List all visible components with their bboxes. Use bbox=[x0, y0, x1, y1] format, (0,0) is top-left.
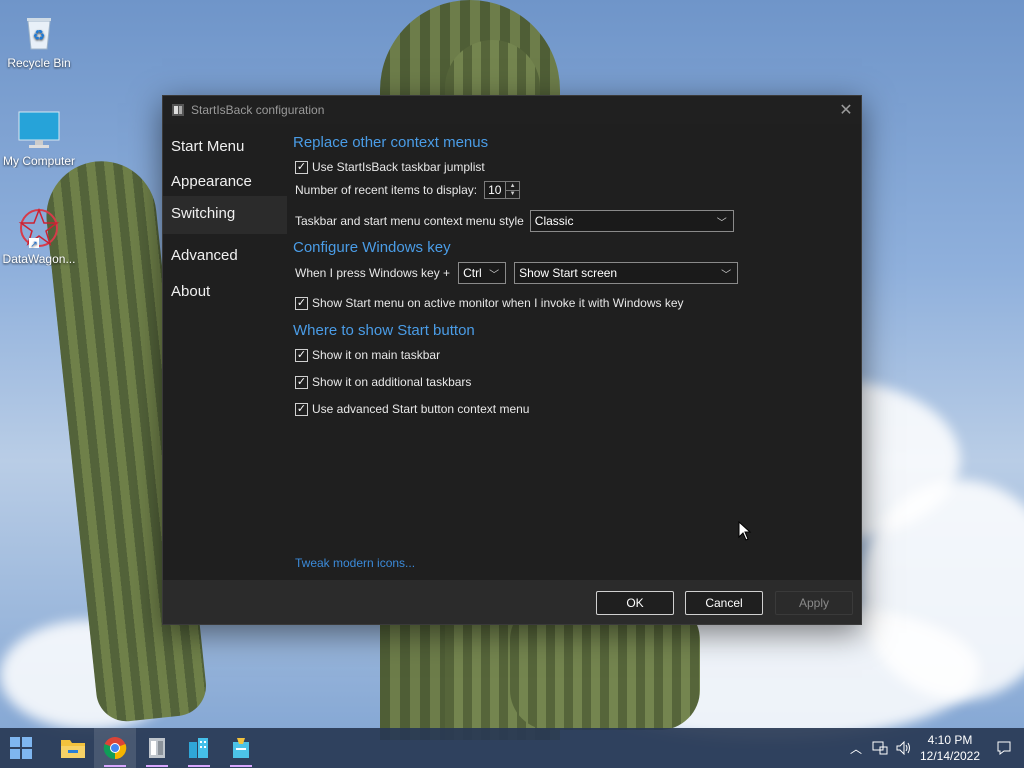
context-style-value: Classic bbox=[534, 214, 574, 228]
stepper-down-icon[interactable]: ▼ bbox=[506, 191, 519, 199]
network-icon[interactable] bbox=[868, 741, 892, 755]
desktop-icon-my-computer[interactable]: My Computer bbox=[1, 110, 77, 168]
jumplist-row[interactable]: ✓ Use StartIsBack taskbar jumplist bbox=[295, 160, 485, 174]
chevron-down-icon: ﹀ bbox=[721, 269, 732, 281]
taskbar-file-explorer[interactable] bbox=[52, 728, 94, 768]
system-tray: ︿ 4:10 PM 12/14/2022 bbox=[844, 728, 1024, 768]
startisback-config-window: StartIsBack configuration ✕ Start Menu A… bbox=[162, 95, 862, 625]
active-monitor-checkbox[interactable]: ✓ bbox=[295, 296, 308, 310]
taskbar-chrome[interactable] bbox=[94, 728, 136, 768]
recent-items-stepper[interactable]: 10 ▲ ▼ bbox=[484, 181, 521, 199]
main-taskbar-checkbox[interactable]: ✓ bbox=[295, 348, 308, 362]
chevron-down-icon: ﹀ bbox=[489, 269, 500, 281]
section-title-start-button: Where to show Start button bbox=[293, 322, 475, 339]
datawagon-icon: ↗ bbox=[17, 207, 61, 249]
title-bar[interactable]: StartIsBack configuration ✕ bbox=[163, 96, 861, 124]
context-style-row: Taskbar and start menu context menu styl… bbox=[295, 210, 734, 232]
ok-button[interactable]: OK bbox=[596, 591, 674, 615]
nav-item-start-menu[interactable]: Start Menu bbox=[163, 124, 287, 160]
modifier-select[interactable]: Ctrl ﹀ bbox=[458, 262, 507, 284]
recycle-bin-icon: ♻ bbox=[17, 12, 61, 52]
nav-item-advanced[interactable]: Advanced bbox=[163, 234, 287, 270]
windows-key-action-value: Show Start screen bbox=[519, 266, 618, 280]
windows-logo-icon bbox=[10, 737, 32, 759]
sidebar-nav: Start Menu Appearance Switching Advanced… bbox=[163, 124, 287, 574]
main-taskbar-row[interactable]: ✓ Show it on main taskbar bbox=[295, 348, 440, 362]
recent-items-input[interactable]: 10 bbox=[484, 181, 507, 199]
cancel-button[interactable]: Cancel bbox=[685, 591, 763, 615]
startisback-icon bbox=[149, 738, 165, 758]
jumplist-label: Use StartIsBack taskbar jumplist bbox=[312, 160, 485, 174]
settings-content: Replace other context menus ✓ Use StartI… bbox=[293, 124, 858, 574]
close-button[interactable]: ✕ bbox=[831, 96, 861, 124]
taskbar-clock[interactable]: 4:10 PM 12/14/2022 bbox=[916, 732, 984, 764]
chevron-up-icon[interactable]: ︿ bbox=[844, 740, 868, 757]
folder-icon bbox=[61, 740, 85, 758]
buildings-icon bbox=[189, 738, 208, 758]
windows-key-action-select[interactable]: Show Start screen ﹀ bbox=[514, 262, 739, 284]
section-title-context-menus: Replace other context menus bbox=[293, 134, 489, 151]
additional-taskbars-label: Show it on additional taskbars bbox=[312, 375, 472, 389]
apply-button[interactable]: Apply bbox=[775, 591, 853, 615]
windows-key-row: When I press Windows key + Ctrl ﹀ Show S… bbox=[295, 262, 739, 284]
taskbar: ︿ 4:10 PM 12/14/2022 bbox=[0, 728, 1024, 768]
app-icon bbox=[172, 104, 184, 116]
desktop-icon-label: DataWagon... bbox=[2, 252, 76, 266]
svg-text:↗: ↗ bbox=[30, 239, 38, 249]
modifier-value: Ctrl bbox=[463, 266, 482, 280]
desktop-icon-recycle-bin[interactable]: ♻ Recycle Bin bbox=[1, 12, 77, 70]
advanced-context-label: Use advanced Start button context menu bbox=[312, 402, 530, 416]
active-monitor-label: Show Start menu on active monitor when I… bbox=[312, 296, 684, 310]
active-monitor-row[interactable]: ✓ Show Start menu on active monitor when… bbox=[295, 296, 684, 310]
desktop-icon-label: Recycle Bin bbox=[7, 56, 71, 70]
notification-icon[interactable] bbox=[984, 740, 1024, 756]
nav-item-appearance[interactable]: Appearance bbox=[163, 160, 287, 196]
taskbar-app-buildings[interactable] bbox=[178, 728, 220, 768]
clock-date: 12/14/2022 bbox=[919, 749, 981, 763]
volume-icon[interactable] bbox=[892, 741, 916, 755]
installer-icon bbox=[233, 738, 249, 758]
recent-items-label: Number of recent items to display: bbox=[295, 183, 478, 197]
monitor-icon bbox=[17, 110, 61, 150]
recent-items-row: Number of recent items to display: 10 ▲ … bbox=[295, 181, 521, 199]
stepper-up-icon[interactable]: ▲ bbox=[506, 182, 520, 191]
section-title-windows-key: Configure Windows key bbox=[293, 239, 451, 256]
desktop-icon-label: My Computer bbox=[2, 154, 76, 168]
nav-item-switching[interactable]: Switching bbox=[163, 196, 287, 234]
context-style-select[interactable]: Classic ﹀ bbox=[529, 210, 734, 232]
dialog-footer: OK Cancel Apply bbox=[163, 580, 861, 624]
advanced-context-checkbox[interactable]: ✓ bbox=[295, 402, 308, 416]
jumplist-checkbox[interactable]: ✓ bbox=[295, 160, 308, 174]
taskbar-startisback[interactable] bbox=[136, 728, 178, 768]
svg-text:♻: ♻ bbox=[33, 27, 46, 43]
start-button[interactable] bbox=[0, 728, 42, 768]
advanced-context-row[interactable]: ✓ Use advanced Start button context menu bbox=[295, 402, 529, 416]
clock-time: 4:10 PM bbox=[927, 733, 973, 747]
desktop-icon-datawagon[interactable]: ↗ DataWagon... bbox=[1, 207, 77, 266]
chrome-icon bbox=[103, 737, 127, 760]
additional-taskbars-row[interactable]: ✓ Show it on additional taskbars bbox=[295, 375, 471, 389]
additional-taskbars-checkbox[interactable]: ✓ bbox=[295, 375, 308, 389]
taskbar-app-installer[interactable] bbox=[220, 728, 262, 768]
context-style-label: Taskbar and start menu context menu styl… bbox=[295, 214, 524, 228]
nav-item-about[interactable]: About bbox=[163, 270, 287, 306]
windows-key-label: When I press Windows key + bbox=[295, 266, 451, 280]
window-title: StartIsBack configuration bbox=[191, 103, 325, 117]
chevron-down-icon: ﹀ bbox=[716, 217, 727, 229]
tweak-modern-icons-link[interactable]: Tweak modern icons... bbox=[295, 556, 415, 570]
main-taskbar-label: Show it on main taskbar bbox=[312, 348, 441, 362]
mouse-cursor-icon bbox=[738, 521, 752, 541]
